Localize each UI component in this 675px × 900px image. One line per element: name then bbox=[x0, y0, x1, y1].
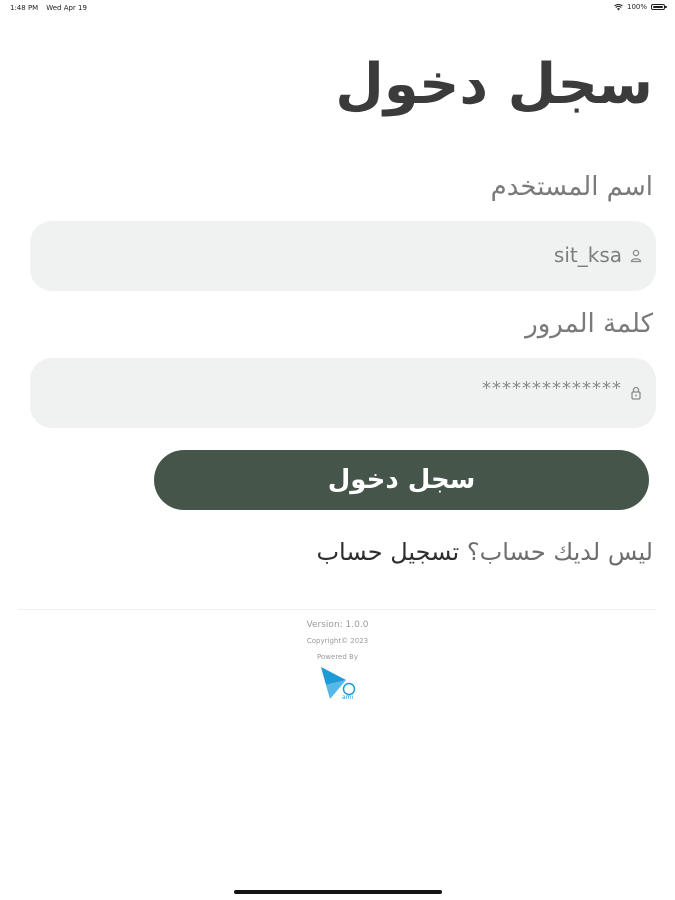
company-logo: ami bbox=[321, 667, 356, 701]
version-text: Version: 1.0.0 bbox=[306, 620, 369, 630]
user-icon bbox=[630, 249, 642, 263]
status-bar: 1:48 PM Wed Apr 19 100% bbox=[0, 0, 675, 18]
powered-by-text: Powered By bbox=[317, 653, 358, 661]
login-screen: 1:48 PM Wed Apr 19 100% سجل دخول اسم الم… bbox=[0, 0, 675, 900]
battery-percent: 100% bbox=[626, 3, 647, 11]
lock-icon bbox=[631, 386, 641, 400]
no-account-text: ليس لديك حساب؟ bbox=[466, 538, 653, 566]
wifi-icon bbox=[614, 3, 623, 10]
status-left: 1:48 PM Wed Apr 19 bbox=[10, 4, 87, 12]
password-field[interactable]: ************** bbox=[30, 358, 656, 428]
status-right: 100% bbox=[614, 3, 667, 11]
login-button-label: سجل دخول bbox=[327, 465, 476, 495]
page-title: سجل دخول bbox=[335, 52, 653, 117]
password-label: كلمة المرور bbox=[525, 309, 653, 339]
copyright-text: Copyright© 2023 bbox=[306, 637, 369, 645]
status-date: Wed Apr 19 bbox=[46, 4, 87, 12]
username-value: sit_ksa bbox=[553, 243, 622, 267]
username-label: اسم المستخدم bbox=[490, 172, 653, 202]
username-field[interactable]: sit_ksa bbox=[30, 221, 656, 291]
battery-icon bbox=[651, 4, 667, 10]
divider bbox=[18, 609, 657, 610]
password-value: ************** bbox=[482, 378, 622, 399]
status-time: 1:48 PM bbox=[10, 4, 39, 12]
login-button[interactable]: سجل دخول bbox=[154, 450, 649, 510]
register-prompt: ليس لديك حساب؟ تسجيل حساب bbox=[316, 538, 653, 566]
home-indicator[interactable] bbox=[234, 890, 442, 894]
register-link[interactable]: تسجيل حساب bbox=[316, 538, 459, 566]
logo-text: ami bbox=[342, 694, 354, 701]
